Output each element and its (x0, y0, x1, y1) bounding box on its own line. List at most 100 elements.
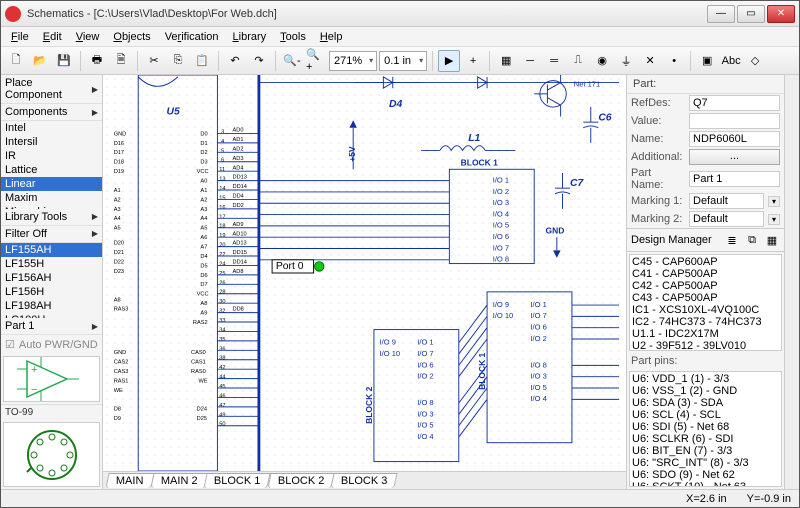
list-item[interactable]: C42 - CAP500AP (632, 280, 779, 292)
part-item[interactable]: LF198AH (1, 299, 102, 313)
place-component-header[interactable]: Place Component▶ (1, 75, 102, 104)
preview-icon[interactable]: 🗎 (110, 50, 132, 72)
pointer-icon[interactable]: ▶ (438, 50, 460, 72)
tab-block1[interactable]: BLOCK 1 (204, 473, 272, 488)
zoom-select[interactable]: 271% (329, 51, 377, 71)
tab-main2[interactable]: MAIN 2 (150, 473, 208, 488)
open-file-icon[interactable]: 📂 (29, 50, 51, 72)
tab-block3[interactable]: BLOCK 3 (331, 473, 399, 488)
list-item[interactable]: C43 - CAP500AP (632, 292, 779, 304)
list-item[interactable]: U6: SDI (5) - Net 68 (632, 421, 779, 433)
svg-text:D22: D22 (114, 260, 124, 266)
part-list[interactable]: LF155AH LF155H LF156AH LF156H LF198AH LC… (1, 243, 102, 318)
redo-icon[interactable]: ↷ (248, 50, 270, 72)
list-item[interactable]: U2 - 39F512 - 39LV010 (632, 340, 779, 351)
bus-icon[interactable]: ═ (543, 50, 565, 72)
toolbar: 🗋 📂 💾 🖶 🗎 ✂ ⎘ 📋 ↶ ↷ 🔍- 🔍+ 271% 0.1 in ▶ … (1, 47, 799, 75)
zoom-out-icon[interactable]: 🔍- (281, 50, 303, 72)
design-manager-list[interactable]: C45 - CAP600APC41 - CAP500APC42 - CAP500… (629, 254, 782, 351)
vendor-item[interactable]: Lattice (1, 163, 102, 177)
dm-tree-icon[interactable]: ⧉ (744, 232, 760, 248)
menu-library[interactable]: Library (227, 29, 273, 45)
vendor-item[interactable]: Intersil (1, 135, 102, 149)
svg-text:I/O 8: I/O 8 (417, 398, 433, 407)
partname-input[interactable]: Part 1 (689, 171, 780, 187)
paste-icon[interactable]: 📋 (191, 50, 213, 72)
part1-header[interactable]: Part 1▶ (1, 318, 102, 335)
marking2-select[interactable]: Default (689, 211, 764, 227)
list-item[interactable]: U6: SCL (4) - SCL (632, 409, 779, 421)
save-icon[interactable]: 💾 (53, 50, 75, 72)
menu-objects[interactable]: Objects (107, 29, 156, 45)
vendor-item[interactable]: Intel (1, 121, 102, 135)
list-item[interactable]: U6: SDA (3) - SDA (632, 397, 779, 409)
hier-icon[interactable]: ▣ (696, 50, 718, 72)
minimize-button[interactable]: — (707, 5, 735, 23)
list-item[interactable]: U6: "SRC_INT" (8) - 3/3 (632, 457, 779, 469)
dm-list-icon[interactable]: ≣ (724, 232, 740, 248)
auto-pwr-gnd-checkbox[interactable]: ☑Auto PWR/GND (1, 335, 102, 354)
menu-tools[interactable]: Tools (274, 29, 312, 45)
vendor-item[interactable]: IR (1, 149, 102, 163)
shape-icon[interactable]: ◇ (744, 50, 766, 72)
print-icon[interactable]: 🖶 (86, 50, 108, 72)
list-item[interactable]: U6: SCLKR (6) - SDI (632, 433, 779, 445)
list-item[interactable]: U1.1 - IDC2X17M (632, 328, 779, 340)
copy-icon[interactable]: ⎘ (167, 50, 189, 72)
undo-icon[interactable]: ↶ (224, 50, 246, 72)
junction-icon[interactable]: • (663, 50, 685, 72)
menu-view[interactable]: View (70, 29, 106, 45)
chevron-down-icon[interactable]: ▾ (768, 214, 780, 225)
list-item[interactable]: U6: VSS_1 (2) - GND (632, 385, 779, 397)
noconn-icon[interactable]: ✕ (639, 50, 661, 72)
part-item[interactable]: LF156H (1, 285, 102, 299)
library-tools-header[interactable]: Library Tools▶ (1, 209, 102, 226)
filter-header[interactable]: Filter Off▶ (1, 226, 102, 243)
menu-file[interactable]: File (5, 29, 35, 45)
crosshair-icon[interactable]: + (462, 50, 484, 72)
value-input[interactable] (689, 113, 780, 129)
dm-grid-icon[interactable]: ▦ (764, 232, 780, 248)
vendor-item[interactable]: Maxim (1, 191, 102, 205)
list-item[interactable]: U6: SDO (9) - Net 62 (632, 469, 779, 481)
power-icon[interactable]: ⏚ (615, 50, 637, 72)
part-item[interactable]: LF155H (1, 257, 102, 271)
port-icon[interactable]: ◉ (591, 50, 613, 72)
list-item[interactable]: C45 - CAP600AP (632, 256, 779, 268)
part-item[interactable]: LF156AH (1, 271, 102, 285)
list-item[interactable]: C41 - CAP500AP (632, 268, 779, 280)
menu-edit[interactable]: Edit (37, 29, 68, 45)
additional-button[interactable]: ... (689, 149, 780, 165)
maximize-button[interactable]: ▭ (737, 5, 765, 23)
menu-verification[interactable]: Verification (159, 29, 225, 45)
chevron-down-icon[interactable]: ▾ (768, 196, 780, 207)
zoom-in-icon[interactable]: 🔍+ (305, 50, 327, 72)
list-item[interactable]: IC2 - 74HC373 - 74HC373 (632, 316, 779, 328)
list-item[interactable]: U6: BIT_EN (7) - 3/3 (632, 445, 779, 457)
tab-block2[interactable]: BLOCK 2 (267, 473, 335, 488)
wire-icon[interactable]: ─ (519, 50, 541, 72)
list-item[interactable]: U6: VDD_1 (1) - 3/3 (632, 373, 779, 385)
text-icon[interactable]: Abc (720, 50, 742, 72)
vendor-item-selected[interactable]: Linear (1, 177, 102, 191)
component-icon[interactable]: ▦ (495, 50, 517, 72)
vendor-list[interactable]: Intel Intersil IR Lattice Linear Maxim M… (1, 121, 102, 209)
new-file-icon[interactable]: 🗋 (5, 50, 27, 72)
list-item[interactable]: IC1 - XCS10XL-4VQ100C (632, 304, 779, 316)
part-item-selected[interactable]: LF155AH (1, 243, 102, 257)
svg-text:I/O 5: I/O 5 (493, 221, 509, 230)
components-header[interactable]: Components▶ (1, 104, 102, 121)
marking1-select[interactable]: Default (689, 193, 764, 209)
menu-help[interactable]: Help (314, 29, 349, 45)
schematic-canvas[interactable]: .w{stroke:#1030a0;stroke-width:1;fill:no… (103, 75, 626, 471)
close-button[interactable]: ✕ (767, 5, 795, 23)
part-pins-list[interactable]: U6: VDD_1 (1) - 3/3U6: VSS_1 (2) - GNDU6… (629, 371, 782, 487)
cut-icon[interactable]: ✂ (143, 50, 165, 72)
tab-main[interactable]: MAIN (105, 473, 154, 488)
vertical-scrollbar[interactable] (784, 75, 799, 489)
list-item[interactable]: U6: SCKT (10) - Net 63 (632, 481, 779, 487)
grid-select[interactable]: 0.1 in (379, 51, 427, 71)
refdes-input[interactable]: Q7 (689, 95, 780, 111)
net-icon[interactable]: ⎍ (567, 50, 589, 72)
name-input[interactable]: NDP6060L (689, 131, 780, 147)
